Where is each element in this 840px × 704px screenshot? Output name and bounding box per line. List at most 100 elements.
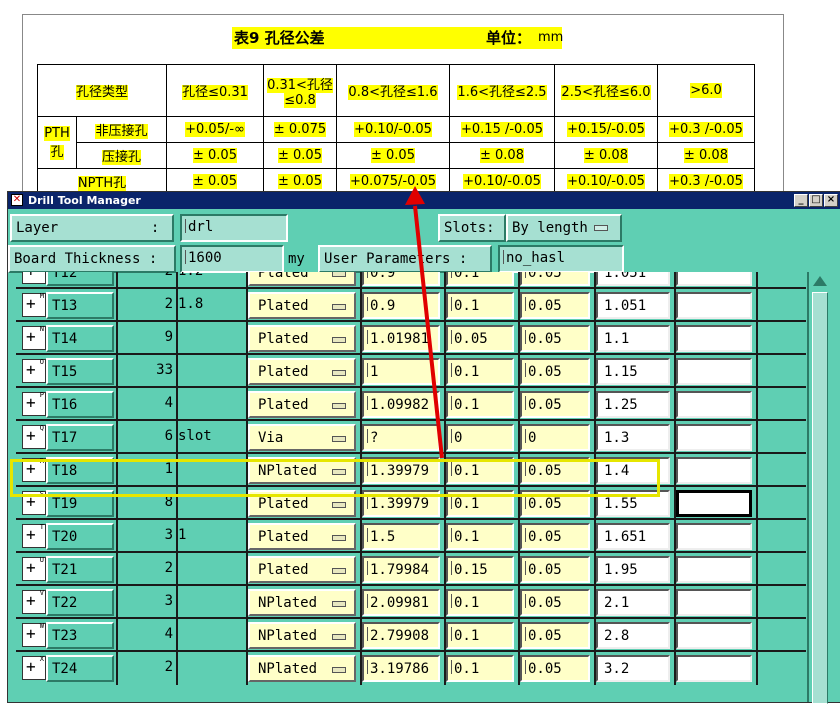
finished-size-field[interactable]: 0.9 [362, 292, 440, 319]
scroll-thumb[interactable] [812, 292, 828, 704]
plating-dropdown[interactable]: Plated [248, 556, 356, 583]
drill-size-field[interactable]: 3.2 [596, 655, 670, 682]
drill-size-field[interactable]: 2.8 [596, 622, 670, 649]
plus-tolerance-field[interactable]: 0.1 [446, 622, 514, 649]
finished-size-field[interactable]: 1.09982 [362, 391, 440, 418]
plus-tolerance-field[interactable]: 0.1 [446, 589, 514, 616]
expand-icon[interactable]: +L [22, 272, 46, 284]
plus-tolerance-field[interactable]: 0.1 [446, 358, 514, 385]
tool-button[interactable]: T15 [46, 358, 114, 385]
minus-tolerance-field[interactable]: 0.05 [520, 358, 590, 385]
finished-size-field[interactable]: 1.79984 [362, 556, 440, 583]
plus-tolerance-field[interactable]: 0.1 [446, 655, 514, 682]
slots-dropdown[interactable]: By length [506, 214, 622, 242]
expand-icon[interactable]: + N [22, 325, 46, 350]
minus-tolerance-field[interactable]: 0.05 [520, 655, 590, 682]
minus-tolerance-field[interactable]: 0 [520, 424, 590, 451]
comment-field[interactable] [676, 655, 752, 682]
minus-tolerance-field[interactable]: 0.05 [520, 589, 590, 616]
vertical-scrollbar[interactable] [807, 272, 831, 704]
minus-tolerance-field[interactable]: 0.05 [520, 523, 590, 550]
tool-button[interactable]: T17 [46, 424, 114, 451]
plating-dropdown[interactable]: Plated [248, 325, 356, 352]
plating-dropdown[interactable]: NPlated [248, 622, 356, 649]
plating-dropdown[interactable]: Plated [248, 523, 356, 550]
minus-tolerance-field[interactable]: 0.05 [520, 272, 590, 286]
drill-size-field[interactable]: 2.1 [596, 589, 670, 616]
plating-dropdown[interactable]: Plated [248, 272, 356, 286]
tool-button[interactable]: T13 [46, 292, 114, 319]
tool-button[interactable]: T20 [46, 523, 114, 550]
minus-tolerance-field[interactable]: 0.05 [520, 622, 590, 649]
comment-field[interactable] [676, 424, 752, 451]
expand-icon[interactable]: + U [22, 556, 46, 581]
comment-field[interactable] [676, 622, 752, 649]
comment-field[interactable] [676, 589, 752, 616]
expand-icon[interactable]: + Q [22, 424, 46, 449]
minus-tolerance-field[interactable]: 0.05 [520, 292, 590, 319]
plating-dropdown[interactable]: Plated [248, 358, 356, 385]
drill-size-field[interactable]: 1.1 [596, 325, 670, 352]
minus-tolerance-field[interactable]: 0.05 [520, 556, 590, 583]
plating-dropdown[interactable]: NPlated [248, 655, 356, 682]
plating-dropdown[interactable]: Plated [248, 391, 356, 418]
plus-tolerance-field[interactable]: 0.1 [446, 391, 514, 418]
finished-size-field[interactable]: 2.79908 [362, 622, 440, 649]
finished-size-field[interactable]: 1.01981 [362, 325, 440, 352]
comment-field[interactable] [676, 556, 752, 583]
drill-size-field[interactable]: 1.3 [596, 424, 670, 451]
layer-field[interactable]: drl [180, 214, 288, 242]
drill-size-field[interactable]: 1.051 [596, 292, 670, 319]
drill-size-field[interactable]: 1.25 [596, 391, 670, 418]
user-parameters-field[interactable]: no_hasl [498, 245, 624, 273]
expand-icon[interactable]: + M [22, 292, 46, 317]
comment-field[interactable] [676, 358, 752, 385]
maximize-icon[interactable]: □ [809, 194, 823, 207]
tool-button[interactable]: T21 [46, 556, 114, 583]
expand-icon[interactable]: + V [22, 589, 46, 614]
window-titlebar[interactable]: ✕ Drill Tool Manager _ □ × [8, 192, 840, 209]
minus-tolerance-field[interactable]: 0.05 [520, 391, 590, 418]
plus-tolerance-field[interactable]: 0.15 [446, 556, 514, 583]
tool-button[interactable]: T22 [46, 589, 114, 616]
tool-button[interactable]: T16 [46, 391, 114, 418]
plus-tolerance-field[interactable]: 0.1 [446, 523, 514, 550]
tool-button[interactable]: T12 [46, 272, 114, 286]
tool-button[interactable]: T24 [46, 655, 114, 682]
expand-icon[interactable]: + T [22, 523, 46, 548]
board-thickness-field[interactable]: 1600 [180, 245, 284, 273]
close-icon[interactable]: × [824, 194, 838, 207]
plus-tolerance-field[interactable]: 0 [446, 424, 514, 451]
comment-field[interactable] [676, 490, 752, 517]
tool-button[interactable]: T14 [46, 325, 114, 352]
plating-dropdown[interactable]: Via [248, 424, 356, 451]
comment-field[interactable] [676, 523, 752, 550]
finished-size-field[interactable]: 1 [362, 358, 440, 385]
plus-tolerance-field[interactable]: 0.05 [446, 325, 514, 352]
comment-field[interactable] [676, 272, 752, 286]
comment-field[interactable] [676, 457, 752, 484]
plating-dropdown[interactable]: Plated [248, 292, 356, 319]
drill-size-field[interactable]: 1.15 [596, 358, 670, 385]
expand-icon[interactable]: + X [22, 655, 46, 680]
scroll-up-icon[interactable] [813, 276, 827, 286]
finished-size-field[interactable]: 3.19786 [362, 655, 440, 682]
tool-button[interactable]: T23 [46, 622, 114, 649]
drill-size-field[interactable]: 1.95 [596, 556, 670, 583]
comment-field[interactable] [676, 391, 752, 418]
expand-icon[interactable]: + O [22, 358, 46, 383]
drill-size-field[interactable]: 1.051 [596, 272, 670, 286]
expand-icon[interactable]: + P [22, 391, 46, 416]
expand-icon[interactable]: + W [22, 622, 46, 647]
finished-size-field[interactable]: 0.9 [362, 272, 440, 286]
drill-size-field[interactable]: 1.651 [596, 523, 670, 550]
minimize-icon[interactable]: _ [794, 194, 808, 207]
finished-size-field[interactable]: 2.09981 [362, 589, 440, 616]
comment-field[interactable] [676, 292, 752, 319]
finished-size-field[interactable]: ? [362, 424, 440, 451]
plus-tolerance-field[interactable]: 0.1 [446, 292, 514, 319]
minus-tolerance-field[interactable]: 0.05 [520, 325, 590, 352]
comment-field[interactable] [676, 325, 752, 352]
finished-size-field[interactable]: 1.5 [362, 523, 440, 550]
plus-tolerance-field[interactable]: 0.1 [446, 272, 514, 286]
